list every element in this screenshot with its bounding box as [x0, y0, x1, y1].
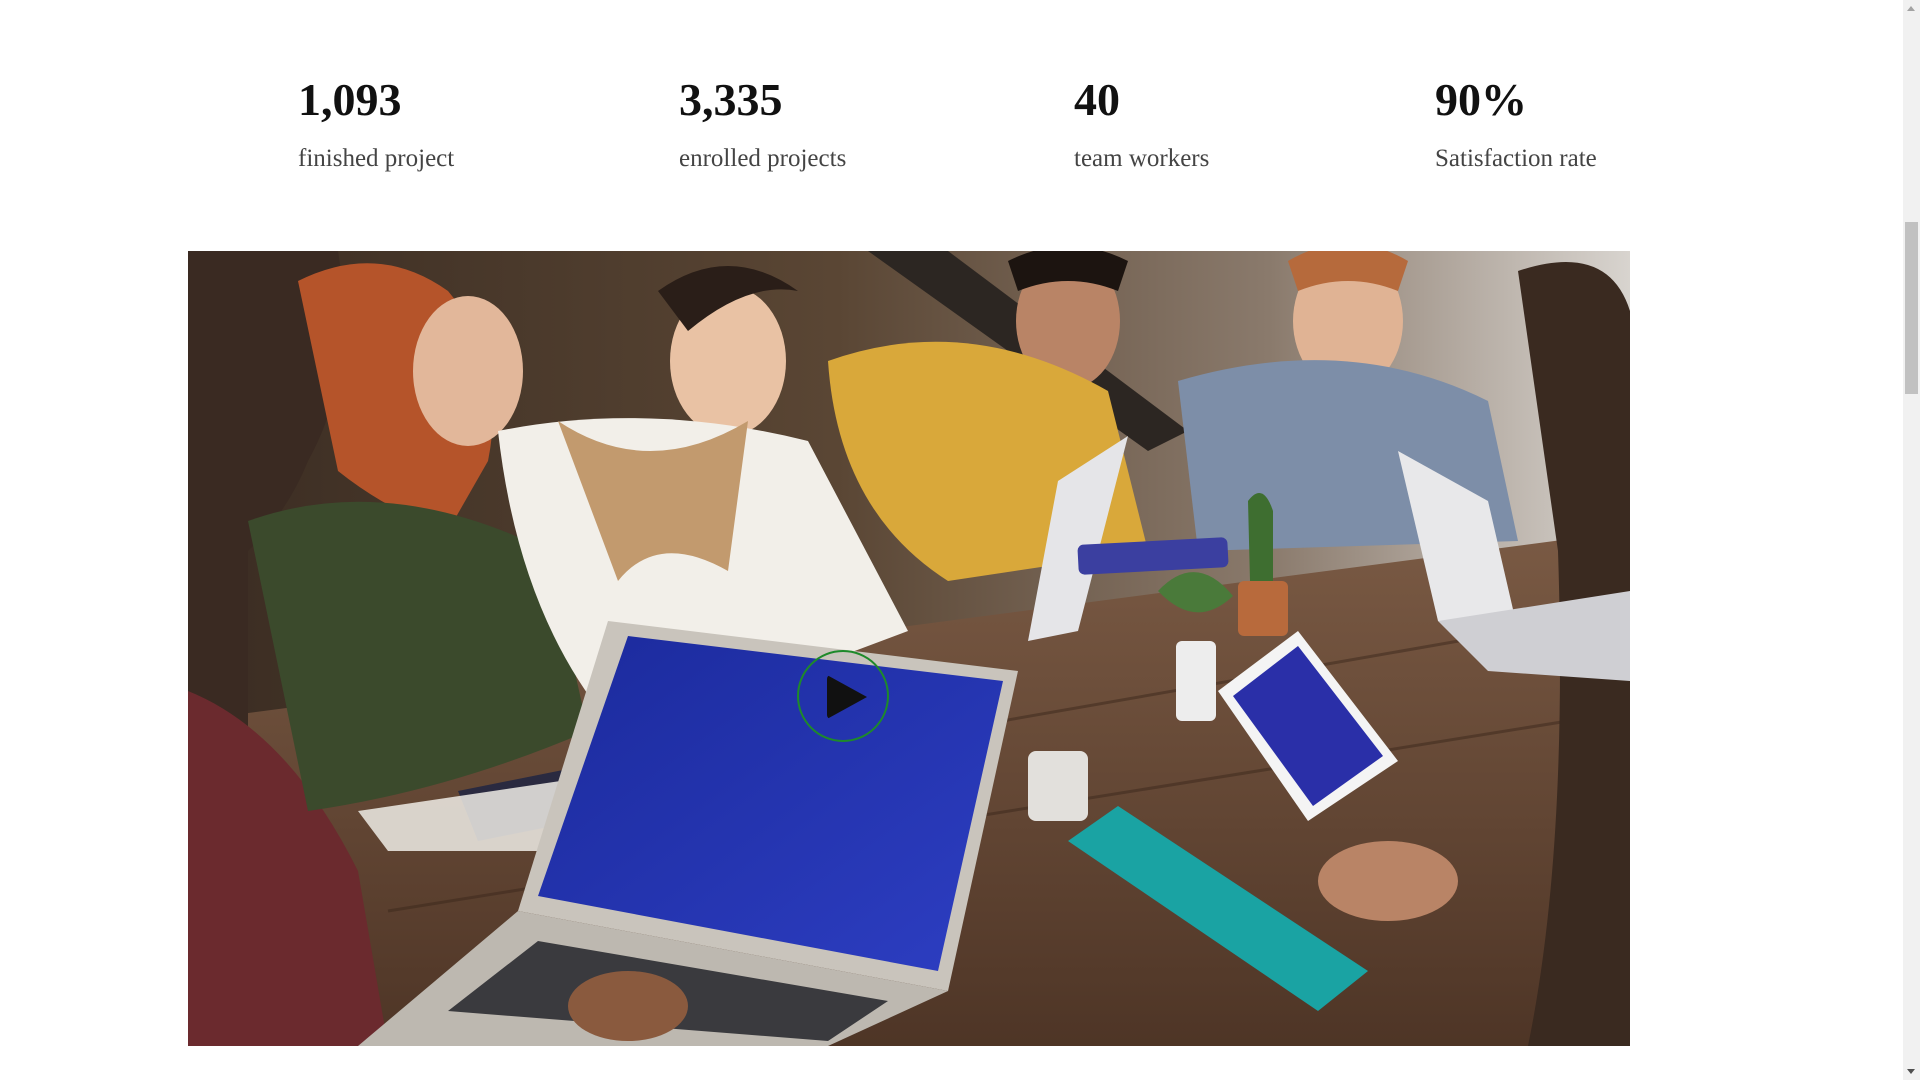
hero-video-thumbnail[interactable] [188, 251, 1630, 1046]
stat-label: enrolled projects [679, 145, 847, 172]
play-icon [827, 675, 867, 719]
stat-enrolled-projects: 3,335 enrolled projects [679, 74, 846, 174]
stat-label: finished project [298, 145, 455, 172]
stat-number: 3,335 [679, 74, 783, 125]
stat-number: 40 [1074, 74, 1120, 125]
stat-label: team workers [1074, 145, 1210, 172]
stat-number: 90% [1435, 74, 1527, 125]
stat-team-workers: 40 team workers [1074, 74, 1209, 174]
page: 1,093 finished project 3,335 enrolled pr… [0, 0, 1920, 1080]
stat-satisfaction-rate: 90% Satisfaction rate [1435, 74, 1597, 174]
stat-number: 1,093 [298, 74, 402, 125]
scroll-thumb[interactable] [1905, 222, 1918, 394]
team-meeting-photo [188, 251, 1630, 1046]
stat-label: Satisfaction rate [1435, 145, 1597, 172]
play-button[interactable] [797, 650, 889, 742]
scroll-up-arrow-icon[interactable] [1907, 6, 1915, 11]
stat-finished-projects: 1,093 finished project [298, 74, 454, 174]
scroll-down-arrow-icon[interactable] [1907, 1069, 1915, 1074]
vertical-scrollbar[interactable] [1903, 0, 1920, 1080]
